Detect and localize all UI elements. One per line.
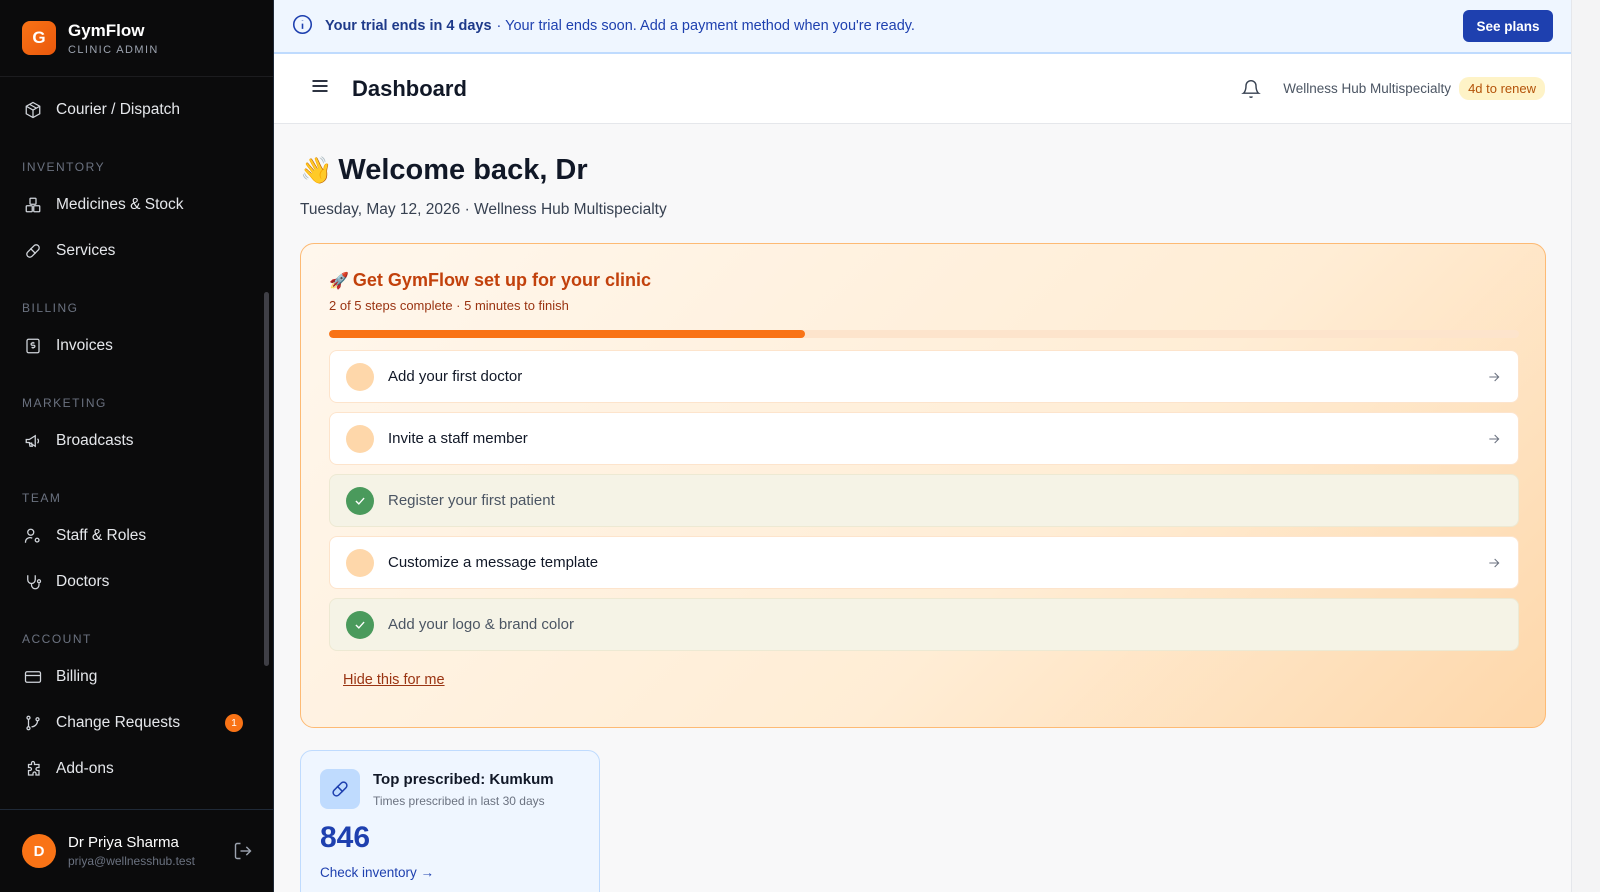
- welcome-heading: 👋 Welcome back, Dr: [300, 154, 1545, 187]
- notification-badge: 1: [225, 714, 243, 732]
- setup-steps: Add your first doctor Invite a staff mem…: [329, 350, 1519, 651]
- sidebar-section-account: ACCOUNT: [22, 632, 92, 646]
- setup-step-logo-brand: Add your logo & brand color: [329, 598, 1519, 651]
- step-pending-indicator: [346, 362, 374, 391]
- avatar: D: [22, 834, 56, 868]
- stethoscope-icon: [24, 573, 42, 591]
- brand-subtitle: CLINIC ADMIN: [68, 43, 159, 56]
- sidebar-item-medicines[interactable]: Medicines & Stock: [0, 182, 273, 228]
- setup-title-text: Get GymFlow set up for your clinic: [352, 270, 651, 290]
- arrow-right-icon: [1486, 431, 1502, 447]
- sidebar-item-label: Courier / Dispatch: [56, 101, 181, 118]
- arrow-right-icon: [1486, 369, 1502, 385]
- top-prescribed-card: Top prescribed: Kumkum Times prescribed …: [300, 750, 600, 892]
- stat-title: Top prescribed: Kumkum: [373, 771, 554, 788]
- check-icon: [346, 610, 374, 639]
- see-plans-button[interactable]: See plans: [1463, 10, 1553, 42]
- puzzle-icon: [24, 760, 42, 778]
- user-name: Dr Priya Sharma: [68, 834, 179, 851]
- credit-card-icon: [24, 668, 42, 686]
- sidebar-item-label: Invoices: [56, 337, 113, 354]
- sidebar-item-label: Services: [56, 242, 116, 259]
- sidebar-item-label: Staff & Roles: [56, 527, 147, 544]
- logout-icon[interactable]: [233, 841, 253, 861]
- sidebar-item-label: Medicines & Stock: [56, 196, 184, 213]
- clinic-name[interactable]: Wellness Hub Multispecialty: [1283, 81, 1451, 96]
- step-label: Add your first doctor: [388, 368, 523, 385]
- setup-title: 🚀 Get GymFlow set up for your clinic: [329, 270, 1517, 291]
- hide-checklist-link[interactable]: Hide this for me: [343, 672, 445, 688]
- setup-checklist-card: 🚀 Get GymFlow set up for your clinic 2 o…: [300, 243, 1546, 728]
- step-pending-indicator: [346, 548, 374, 577]
- sidebar-item-doctors[interactable]: Doctors: [0, 559, 273, 605]
- sidebar-item-courier[interactable]: Courier / Dispatch: [0, 87, 273, 133]
- sidebar-scrollbar[interactable]: [264, 292, 269, 666]
- step-pending-indicator: [346, 424, 374, 453]
- setup-step-invite-staff[interactable]: Invite a staff member: [329, 412, 1519, 465]
- step-label: Add your logo & brand color: [388, 616, 574, 633]
- hamburger-menu-icon[interactable]: [310, 76, 330, 101]
- bell-icon[interactable]: [1241, 79, 1262, 99]
- user-cog-icon: [24, 527, 42, 545]
- welcome-text: Welcome back, Dr: [338, 154, 588, 186]
- sidebar-section-team: TEAM: [22, 491, 62, 505]
- git-branch-icon: [24, 714, 42, 732]
- sidebar-item-label: Broadcasts: [56, 432, 134, 449]
- date-line: Tuesday, May 12, 2026 · Wellness Hub Mul…: [300, 201, 667, 218]
- user-email: priya@wellnesshub.test: [68, 854, 195, 868]
- sidebar-section-billing: BILLING: [22, 301, 79, 315]
- topbar: Dashboard Wellness Hub Multispecialty 4d…: [274, 54, 1571, 124]
- user-profile[interactable]: D Dr Priya Sharma priya@wellnesshub.test: [0, 809, 273, 892]
- setup-step-add-doctor[interactable]: Add your first doctor: [329, 350, 1519, 403]
- waving-hand-emoji: 👋: [300, 155, 333, 185]
- sidebar-item-label: Add-ons: [56, 760, 114, 777]
- setup-step-message-template[interactable]: Customize a message template: [329, 536, 1519, 589]
- step-label: Customize a message template: [388, 554, 599, 571]
- rocket-emoji: 🚀: [329, 272, 349, 290]
- setup-step-register-patient: Register your first patient: [329, 474, 1519, 527]
- stat-subtitle: Times prescribed in last 30 days: [373, 794, 545, 808]
- brand[interactable]: G GymFlow CLINIC ADMIN: [0, 0, 273, 77]
- check-inventory-link[interactable]: Check inventory →: [320, 865, 580, 880]
- setup-progress-fill: [329, 330, 805, 338]
- sidebar-item-broadcasts[interactable]: Broadcasts: [0, 418, 273, 464]
- trial-banner-text: · Your trial ends soon. Add a payment me…: [496, 18, 915, 34]
- dashboard-content: 👋 Welcome back, Dr Tuesday, May 12, 2026…: [274, 124, 1571, 892]
- sidebar-nav: Courier / Dispatch INVENTORY Medicines &…: [0, 77, 273, 809]
- trial-banner: Your trial ends in 4 days · Your trial e…: [274, 0, 1571, 54]
- sidebar: G GymFlow CLINIC ADMIN Courier / Dispatc…: [0, 0, 274, 892]
- brand-name: GymFlow: [68, 20, 145, 40]
- page-title: Dashboard: [352, 75, 467, 101]
- sidebar-item-staff-roles[interactable]: Staff & Roles: [0, 513, 273, 559]
- check-icon: [346, 486, 374, 515]
- sidebar-section-marketing: MARKETING: [22, 396, 107, 410]
- megaphone-icon: [24, 432, 42, 450]
- sidebar-item-label: Billing: [56, 668, 98, 685]
- package-icon: [24, 101, 42, 119]
- brand-logo: G: [22, 21, 56, 55]
- setup-progress-bar: [329, 330, 1519, 338]
- renew-badge: 4d to renew: [1459, 77, 1545, 100]
- stat-value: 846: [320, 821, 371, 854]
- sidebar-item-label: Change Requests: [56, 714, 181, 731]
- setup-subtitle: 2 of 5 steps complete · 5 minutes to fin…: [329, 298, 569, 313]
- main-area: Your trial ends in 4 days · Your trial e…: [274, 0, 1572, 892]
- info-icon: [292, 14, 313, 39]
- step-label: Invite a staff member: [388, 430, 528, 447]
- step-label: Register your first patient: [388, 492, 555, 509]
- arrow-right-icon: [1486, 555, 1502, 571]
- pill-icon: [320, 769, 360, 809]
- sidebar-item-services[interactable]: Services: [0, 228, 273, 274]
- receipt-icon: [24, 337, 42, 355]
- right-gutter: [1572, 0, 1600, 892]
- pill-icon: [24, 242, 42, 260]
- sidebar-item-label: Doctors: [56, 573, 110, 590]
- trial-banner-strong: Your trial ends in 4 days: [325, 18, 492, 34]
- sidebar-item-invoices[interactable]: Invoices: [0, 323, 273, 369]
- sidebar-item-billing[interactable]: Billing: [0, 654, 273, 700]
- sidebar-section-inventory: INVENTORY: [22, 160, 106, 174]
- boxes-icon: [24, 196, 42, 214]
- sidebar-item-change-requests[interactable]: Change Requests 1: [0, 700, 273, 746]
- sidebar-item-addons[interactable]: Add-ons: [0, 746, 273, 792]
